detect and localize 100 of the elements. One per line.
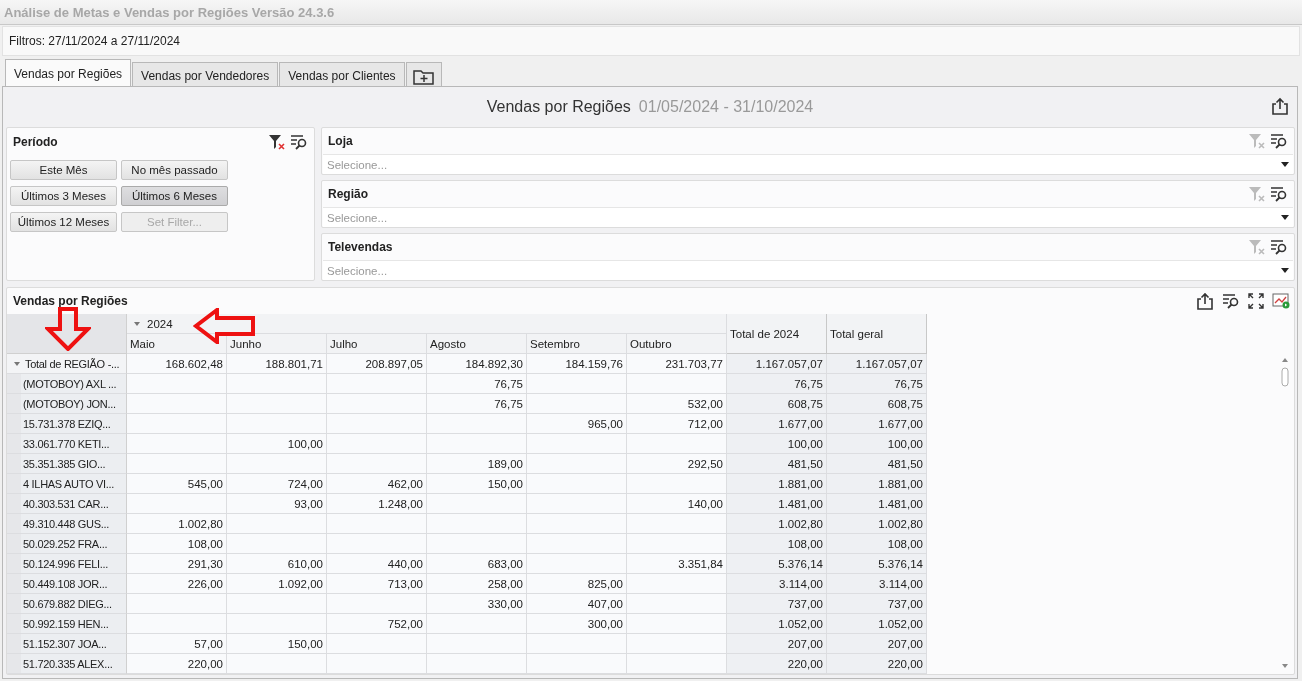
filter-search-icon[interactable] — [1270, 239, 1288, 255]
table-cell: 608,75 — [727, 394, 827, 414]
table-cell: 100,00 — [827, 434, 927, 454]
period-button[interactable]: No mês passado — [121, 160, 228, 180]
filter-search-icon[interactable] — [290, 134, 308, 150]
table-cell: 108,00 — [127, 534, 227, 554]
filter-search-icon[interactable] — [1270, 133, 1288, 149]
row-header[interactable]: 51.720.335 ALEX... — [21, 654, 127, 674]
row-header[interactable]: 49.310.448 GUS... — [21, 514, 127, 534]
table-cell: 150,00 — [227, 634, 327, 654]
table-cell: 481,50 — [827, 454, 927, 474]
export-icon[interactable] — [1271, 97, 1289, 115]
table-cell: 965,00 — [527, 414, 627, 434]
column-header[interactable]: Agosto — [427, 334, 527, 354]
table-cell: 825,00 — [527, 574, 627, 594]
grid-title: Vendas por Regiões — [13, 294, 128, 308]
table-cell: 608,75 — [827, 394, 927, 414]
table-cell: 140,00 — [627, 494, 727, 514]
row-header[interactable]: 51.152.307 JOA... — [21, 634, 127, 654]
column-header[interactable]: Total geral — [827, 314, 927, 354]
table-cell: 100,00 — [227, 434, 327, 454]
expand-caret-icon[interactable] — [13, 359, 21, 368]
dashboard-title: Vendas por Regiões — [486, 98, 631, 116]
dropdown-arrow-icon[interactable] — [1281, 162, 1289, 167]
tab[interactable]: Vendas por Clientes — [279, 62, 405, 88]
column-header[interactable]: Junho — [227, 334, 327, 354]
table-cell: 683,00 — [427, 554, 527, 574]
table-cell: 108,00 — [827, 534, 927, 554]
table-cell: 1.002,80 — [727, 514, 827, 534]
table-cell: 1.167.057,07 — [727, 354, 827, 374]
table-cell: 189,00 — [427, 454, 527, 474]
table-cell: 545,00 — [127, 474, 227, 494]
expand-caret-icon[interactable] — [133, 319, 141, 328]
period-button[interactable]: Últimos 6 Meses — [121, 186, 228, 206]
table-cell: 291,30 — [127, 554, 227, 574]
table-cell: 1.167.057,07 — [827, 354, 927, 374]
table-cell: 226,00 — [127, 574, 227, 594]
filter-title: Região — [328, 187, 368, 201]
table-cell: 1.052,00 — [827, 614, 927, 634]
column-header[interactable]: Maio — [127, 334, 227, 354]
table-cell: 168.602,48 — [127, 354, 227, 374]
row-header[interactable]: 15.731.378 EZIQ... — [21, 414, 127, 434]
table-cell: 258,00 — [427, 574, 527, 594]
table-cell: 188.801,71 — [227, 354, 327, 374]
row-header[interactable]: 50.449.108 JOR... — [21, 574, 127, 594]
row-header[interactable]: 35.351.385 GIO... — [21, 454, 127, 474]
column-header[interactable]: Total de 2024 — [727, 314, 827, 354]
table-cell: 3.351,84 — [627, 554, 727, 574]
table-cell: 3.114,00 — [727, 574, 827, 594]
filter-search-icon[interactable] — [1270, 186, 1288, 202]
table-cell: 440,00 — [327, 554, 427, 574]
table-cell: 712,00 — [627, 414, 727, 434]
add-tab-button[interactable] — [405, 62, 442, 88]
period-button[interactable]: Últimos 12 Meses — [10, 212, 117, 232]
table-cell: 57,00 — [127, 634, 227, 654]
row-header[interactable]: 50.124.996 FELI... — [21, 554, 127, 574]
filter-search-icon[interactable] — [1222, 293, 1240, 309]
table-cell: 1.677,00 — [727, 414, 827, 434]
row-header[interactable]: 50.992.159 HEN... — [21, 614, 127, 634]
table-cell: 208.897,05 — [327, 354, 427, 374]
column-header[interactable]: Setembro — [527, 334, 627, 354]
table-cell: 184.892,30 — [427, 354, 527, 374]
date-range: 01/05/2024 - 31/10/2024 — [638, 98, 814, 116]
dropdown-arrow-icon[interactable] — [1281, 268, 1289, 273]
table-cell: 76,75 — [727, 374, 827, 394]
row-header[interactable]: Total de REGIÃO -... — [7, 354, 127, 374]
table-cell: 100,00 — [727, 434, 827, 454]
filter-title: Televendas — [328, 240, 393, 254]
column-header[interactable]: Julho — [327, 334, 427, 354]
table-cell: 462,00 — [327, 474, 427, 494]
table-cell: 481,50 — [727, 454, 827, 474]
fullscreen-icon[interactable] — [1248, 293, 1264, 309]
row-header[interactable]: 4 ILHAS AUTO VI... — [21, 474, 127, 494]
row-header[interactable]: (MOTOBOY) AXL ... — [21, 374, 127, 394]
chart-icon[interactable] — [1272, 293, 1290, 309]
column-group-header[interactable]: 2024 — [127, 314, 727, 334]
table-cell: 1.092,00 — [227, 574, 327, 594]
table-cell: 207,00 — [827, 634, 927, 654]
filter-summary: Filtros: 27/11/2024 a 27/11/2024 — [9, 34, 180, 48]
table-cell: 5.376,14 — [827, 554, 927, 574]
tab[interactable]: Vendas por Regiões — [5, 59, 132, 88]
clear-filter-icon[interactable] — [268, 134, 286, 150]
export-icon[interactable] — [1196, 292, 1214, 310]
row-header[interactable]: 33.061.770 KETI... — [21, 434, 127, 454]
table-cell: 5.376,14 — [727, 554, 827, 574]
table-cell: 3.114,00 — [827, 574, 927, 594]
table-cell: 220,00 — [727, 654, 827, 674]
row-header[interactable]: 50.679.882 DIEG... — [21, 594, 127, 614]
column-header[interactable]: Outubro — [627, 334, 727, 354]
period-button[interactable]: Últimos 3 Meses — [10, 186, 117, 206]
table-cell: 231.703,77 — [627, 354, 727, 374]
table-cell: 1.881,00 — [727, 474, 827, 494]
row-header[interactable]: (MOTOBOY) JON... — [21, 394, 127, 414]
table-cell: 76,75 — [427, 374, 527, 394]
tab[interactable]: Vendas por Vendedores — [132, 62, 279, 88]
row-header[interactable]: 50.029.252 FRA... — [21, 534, 127, 554]
period-button[interactable]: Este Mês — [10, 160, 117, 180]
dropdown-arrow-icon[interactable] — [1281, 215, 1289, 220]
filter-title: Período — [13, 135, 58, 149]
row-header[interactable]: 40.303.531 CAR... — [21, 494, 127, 514]
